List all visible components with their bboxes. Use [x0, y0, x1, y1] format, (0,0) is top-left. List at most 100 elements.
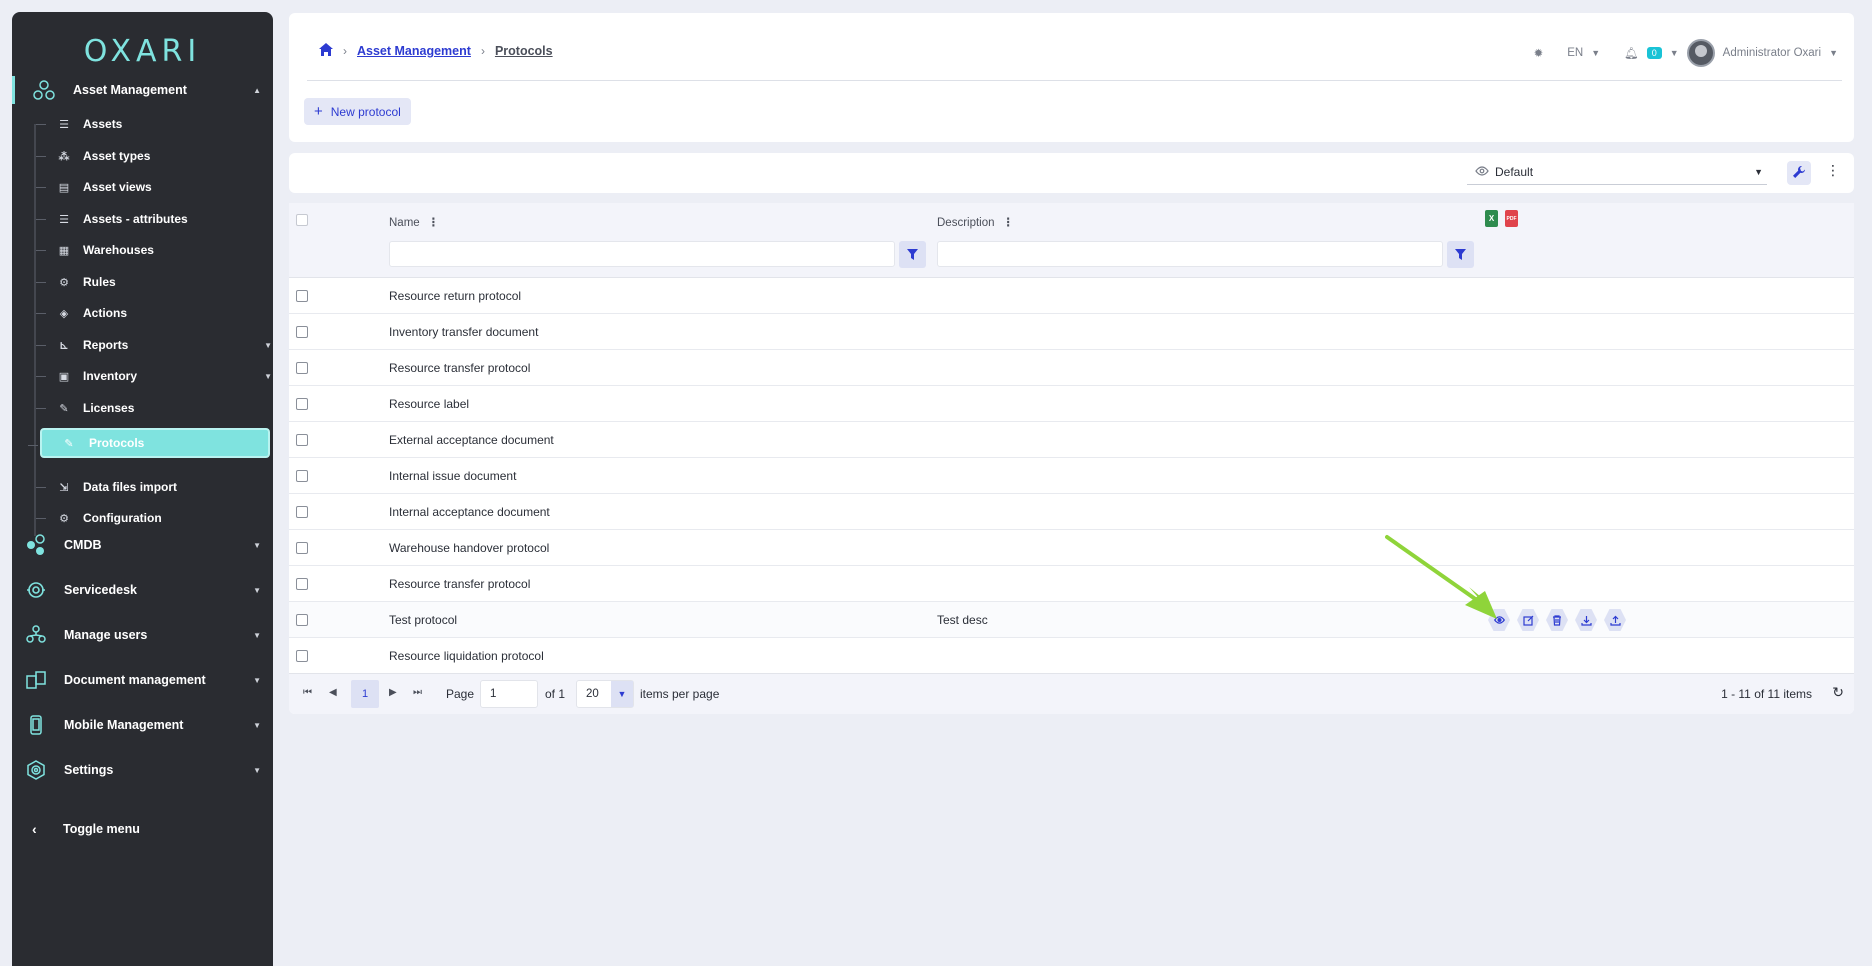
row-checkbox[interactable]: [296, 650, 308, 662]
breadcrumb-protocols[interactable]: Protocols: [495, 44, 553, 58]
edit-button[interactable]: [1517, 609, 1539, 631]
row-checkbox[interactable]: [296, 362, 308, 374]
row-checkbox[interactable]: [296, 326, 308, 338]
sidebar-item-asset-views[interactable]: ▤ Asset views: [36, 172, 278, 202]
row-checkbox[interactable]: [296, 434, 308, 446]
chevron-right-icon: ›: [480, 44, 485, 58]
row-checkbox[interactable]: [296, 398, 308, 410]
header-tools: ✹ EN ▼ 🔔︎ 0 ▼ Administrator Oxari ▼: [1534, 39, 1838, 67]
select-all-checkbox[interactable]: [296, 214, 308, 226]
row-checkbox[interactable]: [296, 578, 308, 590]
first-page-icon[interactable]: ⏮︎: [303, 687, 312, 698]
description-filter-button[interactable]: [1447, 241, 1474, 268]
column-header-description[interactable]: Description ⋮: [937, 215, 1014, 229]
page-button-current[interactable]: 1: [351, 680, 379, 708]
table-row[interactable]: Resource transfer protocol: [289, 566, 1854, 602]
table-row[interactable]: Resource label: [289, 386, 1854, 422]
sidebar-item-assets[interactable]: ☰ Assets: [36, 109, 278, 139]
cell-description: Test desc: [937, 613, 988, 627]
cell-name: Internal acceptance document: [389, 505, 550, 519]
chevron-down-icon[interactable]: ▼: [1670, 48, 1679, 58]
sidebar-item-asset-types[interactable]: ⁂ Asset types: [36, 141, 278, 171]
last-page-icon[interactable]: ⏭︎: [413, 687, 422, 698]
sidebar-item-document-management[interactable]: Document management ▼: [12, 660, 273, 700]
plus-icon: +: [314, 103, 323, 120]
table-row[interactable]: Inventory transfer document: [289, 314, 1854, 350]
sidebar-item-inventory[interactable]: ▣ Inventory ▼: [36, 361, 278, 391]
toggle-menu-label: Toggle menu: [63, 822, 140, 836]
chevron-down-icon[interactable]: ▼: [1591, 48, 1600, 58]
inventory-icon: ▣: [58, 370, 70, 383]
bell-icon[interactable]: 🔔︎: [1624, 46, 1639, 60]
row-checkbox[interactable]: [296, 506, 308, 518]
breadcrumb-asset-management[interactable]: Asset Management: [357, 44, 471, 58]
user-name[interactable]: Administrator Oxari: [1723, 47, 1821, 59]
name-filter-button[interactable]: [899, 241, 926, 268]
grid-toolbar: Default ▼ ⋮: [289, 153, 1854, 193]
pdf-export-icon[interactable]: PDF: [1505, 210, 1518, 227]
excel-export-icon[interactable]: X: [1485, 210, 1498, 227]
table-row[interactable]: Resource transfer protocol: [289, 350, 1854, 386]
sidebar-item-actions[interactable]: ◈ Actions: [36, 298, 278, 328]
row-checkbox[interactable]: [296, 470, 308, 482]
column-menu-icon[interactable]: ⋮: [1003, 217, 1015, 229]
column-menu-icon[interactable]: ⋮: [428, 217, 440, 229]
sidebar-item-rules[interactable]: ⚙ Rules: [36, 267, 278, 297]
download-button[interactable]: [1575, 609, 1597, 631]
sidebar-item-asset-management[interactable]: Asset Management ▲: [12, 70, 273, 110]
wrench-icon: [1793, 165, 1805, 181]
warehouse-icon: ▦: [58, 244, 70, 257]
description-filter-input[interactable]: [937, 241, 1443, 267]
sidebar-item-licenses[interactable]: ✎ Licenses: [36, 393, 278, 423]
more-menu-icon[interactable]: ⋮: [1826, 162, 1840, 179]
sidebar-item-manage-users[interactable]: Manage users ▼: [12, 615, 273, 655]
home-icon[interactable]: [319, 43, 333, 59]
sidebar-item-warehouses[interactable]: ▦ Warehouses: [36, 235, 278, 265]
column-header-name[interactable]: Name ⋮: [389, 215, 439, 229]
filter-icon: [1455, 249, 1466, 260]
language-select[interactable]: EN: [1567, 47, 1583, 59]
sidebar-item-cmdb[interactable]: CMDB ▼: [12, 525, 273, 565]
sidebar-item-assets-attributes[interactable]: ☰ Assets - attributes: [36, 204, 278, 234]
page-label: Page: [446, 687, 475, 701]
cell-name: Internal issue document: [389, 469, 517, 483]
notification-badge[interactable]: 0: [1646, 47, 1662, 59]
row-checkbox[interactable]: [296, 614, 308, 626]
sidebar-item-servicedesk[interactable]: Servicedesk ▼: [12, 570, 273, 610]
chevron-down-icon[interactable]: ▼: [1829, 48, 1838, 58]
sidebar-item-protocols[interactable]: ✎ Protocols: [28, 428, 270, 458]
chevron-left-icon: ‹: [32, 821, 37, 837]
wrench-button[interactable]: [1787, 161, 1811, 185]
sidebar-item-label: Inventory: [83, 369, 138, 383]
name-filter-input[interactable]: [389, 241, 895, 267]
sidebar-item-reports[interactable]: ⊾ Reports ▼: [36, 330, 278, 360]
table-row[interactable]: Warehouse handover protocol: [289, 530, 1854, 566]
table-row[interactable]: Internal acceptance document: [289, 494, 1854, 530]
page-size-select[interactable]: 20 ▼: [576, 680, 634, 708]
upload-button[interactable]: [1604, 609, 1626, 631]
table-row[interactable]: Test protocol Test desc: [289, 602, 1854, 638]
table-row[interactable]: External acceptance document: [289, 422, 1854, 458]
theme-icon[interactable]: ✹: [1534, 46, 1544, 60]
manage-users-icon: [24, 623, 48, 647]
table-row[interactable]: Internal issue document: [289, 458, 1854, 494]
divider: [307, 80, 1842, 81]
delete-button[interactable]: [1546, 609, 1568, 631]
row-checkbox[interactable]: [296, 290, 308, 302]
prev-page-icon[interactable]: ◀: [329, 687, 337, 698]
view-select[interactable]: Default ▼: [1467, 159, 1767, 185]
refresh-icon[interactable]: ↻: [1832, 684, 1844, 701]
row-checkbox[interactable]: [296, 542, 308, 554]
next-page-icon[interactable]: ▶: [389, 687, 397, 698]
table-row[interactable]: Resource liquidation protocol: [289, 638, 1854, 674]
new-protocol-button[interactable]: + New protocol: [304, 98, 411, 125]
page-input[interactable]: 1: [480, 680, 538, 708]
sidebar-item-settings[interactable]: Settings ▼: [12, 750, 273, 790]
page-header: › Asset Management › Protocols ✹ EN ▼ 🔔︎…: [289, 13, 1854, 142]
sidebar-item-mobile-management[interactable]: Mobile Management ▼: [12, 705, 273, 745]
sidebar-item-data-files-import[interactable]: ⇲ Data files import: [36, 472, 278, 502]
sidebar-item-label: Asset views: [83, 180, 152, 194]
table-row[interactable]: Resource return protocol: [289, 278, 1854, 314]
avatar[interactable]: [1686, 39, 1715, 67]
toggle-menu-button[interactable]: ‹ Toggle menu: [12, 814, 273, 844]
